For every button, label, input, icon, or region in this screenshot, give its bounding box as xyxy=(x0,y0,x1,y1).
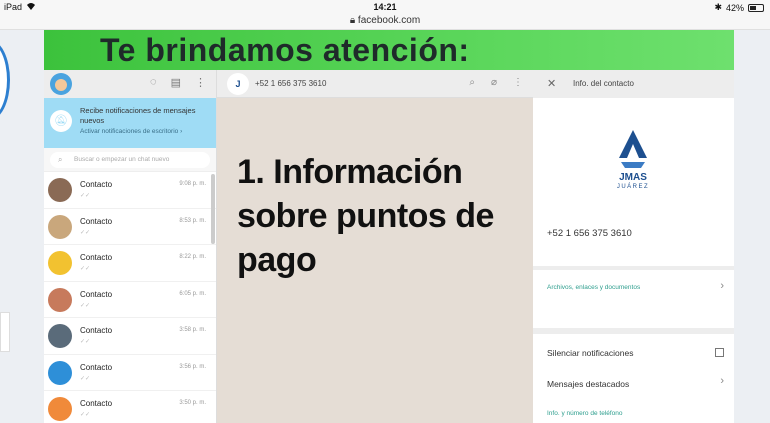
chat-list-item[interactable]: Contacto 8:53 p. m. ✓✓ xyxy=(44,209,216,245)
contact-phone: +52 1 656 375 3610 xyxy=(547,228,632,239)
new-chat-icon[interactable]: ▤ xyxy=(171,76,181,89)
chat-time: 8:22 p. m. xyxy=(179,254,206,260)
contact-name: Contacto xyxy=(80,180,113,189)
chat-header-icons: ⌕ ⌀ ⋮ xyxy=(469,77,523,88)
status-right: ✱ 42% xyxy=(714,2,764,13)
chat-pane: J +52 1 656 375 3610 ⌕ ⌀ ⋮ 1. Informació… xyxy=(217,70,533,423)
close-icon[interactable]: ✕ xyxy=(547,77,556,90)
chat-time: 3:56 p. m. xyxy=(179,363,206,370)
contact-name: Contacto xyxy=(80,253,113,262)
bluetooth-icon: ✱ xyxy=(714,2,722,12)
notification-banner[interactable]: 🔕︎ Recibe notificaciones de mensajes nue… xyxy=(44,98,216,148)
contact-info-title: Info. del contacto xyxy=(573,79,634,88)
files-label: Archivos, enlaces y documentos xyxy=(547,284,641,291)
chat-list-item[interactable]: Contacto 3:58 p. m. ✓✓ xyxy=(44,318,216,355)
notification-title: Recibe notificaciones de mensajes nuevos xyxy=(80,106,196,125)
contact-name: Contacto xyxy=(80,289,113,299)
org-sub: JUÁREZ xyxy=(616,184,650,190)
chevron-right-icon: › xyxy=(720,280,724,292)
menu-icon[interactable]: ⋮ xyxy=(195,76,206,89)
contact-settings: Silenciar notificaciones Mensajes destac… xyxy=(533,334,734,423)
contact-avatar xyxy=(48,397,72,421)
contact-avatar xyxy=(48,251,72,275)
url-text: facebook.com xyxy=(357,15,421,26)
chat-list-item[interactable]: Contacto 6:05 p. m. ✓✓ xyxy=(44,282,216,318)
status-bar: iPad 14:21 ✱ 42% xyxy=(0,0,770,14)
contact-info-card: JMAS JUÁREZ +52 1 656 375 3610 xyxy=(533,98,734,266)
video-frame[interactable]: Te brindamos atención: ◌ ▤ ⋮ 🔕︎ Recibe n… xyxy=(44,30,734,423)
sidebar-header: ◌ ▤ ⋮ xyxy=(44,70,216,98)
search-input[interactable]: Buscar o empezar un chat nuevo xyxy=(50,152,210,168)
chat-time: 3:50 p. m. xyxy=(179,400,206,406)
contact-avatar xyxy=(48,178,72,202)
read-tick-icon: ✓✓ xyxy=(80,412,91,418)
contact-name: Contacto xyxy=(80,399,113,408)
chat-list-item[interactable]: Contacto 3:56 p. m. ✓✓ xyxy=(44,355,216,391)
url-bar[interactable]: 🔒︎ facebook.com xyxy=(0,14,770,30)
profile-avatar[interactable] xyxy=(50,73,72,95)
chevron-right-icon: › xyxy=(720,375,724,387)
battery-icon xyxy=(748,3,764,12)
banner: Te brindamos atención: xyxy=(44,30,734,70)
menu-icon[interactable]: ⋮ xyxy=(513,77,523,88)
overlay-caption: 1. Información sobre puntos de pago xyxy=(237,153,494,279)
mute-label: Silenciar notificaciones xyxy=(547,348,634,358)
chat-list-item[interactable]: Contacto 3:50 p. m. ✓✓ xyxy=(44,391,216,423)
chat-time: 9:08 p. m. xyxy=(179,181,206,187)
lock-icon: 🔒︎ xyxy=(349,15,356,26)
chat-time: 8:53 p. m. xyxy=(179,217,206,224)
banner-title: Te brindamos atención: xyxy=(100,32,470,68)
page-content: Te brindamos atención: ◌ ▤ ⋮ 🔕︎ Recibe n… xyxy=(0,30,770,423)
chat-contact-number[interactable]: +52 1 656 375 3610 xyxy=(255,79,326,88)
sidebar-scrollbar[interactable] xyxy=(211,174,215,244)
status-time: 14:21 xyxy=(373,2,397,12)
chat-list-item[interactable]: Contacto 8:22 p. m. ✓✓ xyxy=(44,245,216,282)
contact-avatar xyxy=(48,360,72,385)
attach-icon[interactable]: ⌀ xyxy=(491,77,497,88)
read-tick-icon: ✓✓ xyxy=(80,193,91,199)
mute-checkbox[interactable] xyxy=(715,348,724,357)
chat-time: 3:58 p. m. xyxy=(179,327,206,333)
contact-avatar xyxy=(48,214,72,239)
contact-avatar xyxy=(48,324,72,348)
status-icon[interactable]: ◌ xyxy=(150,76,157,89)
bell-icon: 🔕︎ xyxy=(50,110,72,132)
org-name: JMAS xyxy=(619,172,647,183)
read-tick-icon: ✓✓ xyxy=(80,302,91,309)
starred-label[interactable]: Mensajes destacados xyxy=(547,379,629,389)
contact-name: Contacto xyxy=(80,362,113,372)
notification-action[interactable]: Activar notificaciones de escritorio › xyxy=(80,128,182,135)
chat-time: 6:05 p. m. xyxy=(179,290,206,297)
side-avatar-ring xyxy=(0,40,10,120)
jmas-logo-mark xyxy=(619,130,647,168)
search-bar: Buscar o empezar un chat nuevo ⌕ xyxy=(44,148,216,172)
contact-name: Contacto xyxy=(80,216,113,226)
chat-list-item[interactable]: Contacto 9:08 p. m. ✓✓ xyxy=(44,172,216,209)
side-card xyxy=(0,312,10,352)
jmas-logo: JMAS JUÁREZ xyxy=(603,128,663,190)
chat-header: J +52 1 656 375 3610 ⌕ ⌀ ⋮ xyxy=(217,70,533,98)
whatsapp-web: ◌ ▤ ⋮ 🔕︎ Recibe notificaciones de mensaj… xyxy=(44,70,734,423)
chat-contact-logo[interactable]: J xyxy=(227,73,249,95)
read-tick-icon: ✓✓ xyxy=(80,229,91,236)
chat-sidebar: ◌ ▤ ⋮ 🔕︎ Recibe notificaciones de mensaj… xyxy=(44,70,217,423)
read-tick-icon: ✓✓ xyxy=(80,266,91,272)
search-icon: ⌕ xyxy=(58,155,63,164)
contact-avatar xyxy=(48,287,72,312)
contact-name: Contacto xyxy=(80,326,113,335)
search-icon[interactable]: ⌕ xyxy=(469,77,475,88)
files-links-docs[interactable]: Archivos, enlaces y documentos › xyxy=(533,270,734,328)
contact-info-header: ✕ Info. del contacto xyxy=(533,70,734,98)
read-tick-icon: ✓✓ xyxy=(80,339,91,345)
info-phone-label: Info. y número de teléfono xyxy=(547,410,623,417)
contact-info-panel: ✕ Info. del contacto JMAS JUÁREZ +52 1 6… xyxy=(533,70,734,423)
battery-percent: 42% xyxy=(725,2,744,13)
read-tick-icon: ✓✓ xyxy=(80,375,91,382)
sidebar-header-icons: ◌ ▤ ⋮ xyxy=(150,76,206,89)
